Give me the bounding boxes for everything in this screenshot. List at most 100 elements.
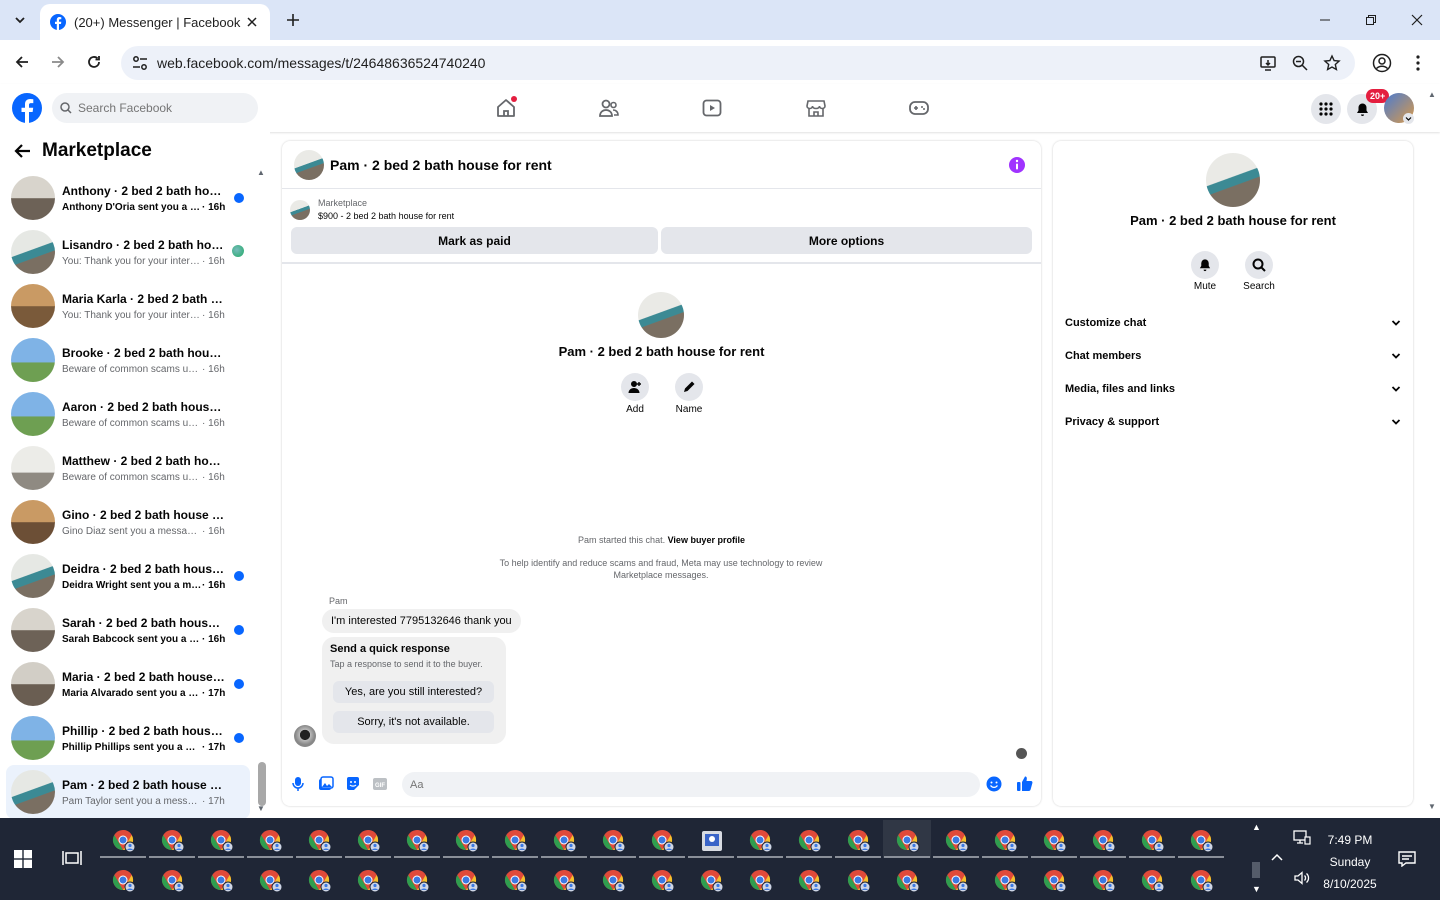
url-text[interactable]: web.facebook.com/messages/t/246486365247… (157, 55, 485, 71)
view-buyer-profile-link[interactable]: View buyer profile (668, 535, 745, 545)
minimize-button[interactable] (1302, 0, 1348, 40)
conversation-item[interactable]: Deidra · 2 bed 2 bath house f... Deidra W… (6, 549, 250, 603)
install-app-icon[interactable] (1259, 54, 1277, 72)
photo-icon[interactable] (318, 776, 334, 792)
mark-as-paid-button[interactable]: Mark as paid (291, 227, 658, 254)
search-conversation-button[interactable] (1245, 251, 1273, 279)
taskbar-scroll[interactable]: ▲ ▼ (1248, 822, 1264, 898)
network-icon[interactable] (1293, 830, 1311, 846)
chrome-profile-icon[interactable] (356, 868, 382, 894)
windows-start-icon[interactable] (14, 850, 32, 868)
quick-response-no-button[interactable]: Sorry, it's not available. (333, 711, 494, 733)
info-section-row[interactable]: Customize chat (1065, 313, 1401, 333)
chrome-profile-icon[interactable] (1042, 828, 1068, 854)
maximize-button[interactable] (1348, 0, 1394, 40)
conversation-item[interactable]: Sarah · 2 bed 2 bath house fo... Sarah Ba… (6, 603, 250, 657)
chrome-profile-icon[interactable] (1042, 868, 1068, 894)
chrome-profile-icon[interactable] (552, 828, 578, 854)
menu-button[interactable] (1311, 94, 1341, 124)
thumbs-up-icon[interactable] (1016, 775, 1033, 792)
conversation-item[interactable]: Pam · 2 bed 2 bath house for rent Pam Tay… (6, 765, 250, 819)
tab-search-button[interactable] (8, 8, 32, 32)
nav-friends[interactable] (595, 96, 623, 120)
account-chevron-icon[interactable] (1403, 113, 1414, 124)
facebook-search-box[interactable] (52, 93, 258, 123)
profile-button[interactable] (1370, 51, 1394, 75)
chrome-profile-icon[interactable] (1189, 828, 1215, 854)
chrome-profile-icon[interactable] (160, 868, 186, 894)
chrome-profile-icon[interactable] (307, 868, 333, 894)
chrome-profile-icon[interactable] (797, 868, 823, 894)
conversation-item[interactable]: Brooke · 2 bed 2 bath house for... Beware… (6, 333, 250, 387)
edit-name-button[interactable] (675, 373, 703, 401)
chrome-profile-icon[interactable] (111, 828, 137, 854)
task-view-icon[interactable] (62, 849, 82, 867)
microphone-icon[interactable] (292, 776, 304, 792)
chrome-profile-icon[interactable] (454, 828, 480, 854)
page-scroll-down-icon[interactable]: ▼ (1428, 802, 1436, 811)
conversation-item[interactable]: Aaron · 2 bed 2 bath house for ... Beware… (6, 387, 250, 441)
chrome-profile-icon[interactable] (552, 868, 578, 894)
back-button[interactable] (10, 50, 34, 74)
chrome-profile-icon[interactable] (993, 868, 1019, 894)
chrome-profile-icon[interactable] (1140, 868, 1166, 894)
info-icon[interactable] (1008, 156, 1026, 174)
chrome-profile-icon[interactable] (405, 828, 431, 854)
chrome-profile-icon[interactable] (160, 828, 186, 854)
chrome-profile-icon[interactable] (356, 828, 382, 854)
chrome-profile-icon[interactable] (1091, 828, 1117, 854)
conversation-item[interactable]: Lisandro · 2 bed 2 bath hous... You: Than… (6, 225, 250, 279)
chrome-profile-icon[interactable] (993, 828, 1019, 854)
chrome-profile-icon[interactable] (944, 828, 970, 854)
app-window-icon[interactable] (699, 828, 725, 854)
reload-button[interactable] (82, 50, 106, 74)
action-center-icon[interactable] (1398, 851, 1416, 867)
taskbar-scroll-thumb[interactable] (1252, 862, 1260, 878)
sticker-icon[interactable] (345, 776, 361, 792)
chrome-profile-icon[interactable] (944, 868, 970, 894)
quick-response-yes-button[interactable]: Yes, are you still interested? (333, 681, 494, 703)
chrome-profile-icon[interactable] (650, 828, 676, 854)
chrome-profile-icon[interactable] (307, 828, 333, 854)
conversation-item[interactable]: Anthony · 2 bed 2 bath house... Anthony D… (6, 171, 250, 225)
facebook-search-input[interactable] (78, 101, 238, 115)
chrome-profile-icon[interactable] (1189, 868, 1215, 894)
chrome-profile-icon[interactable] (699, 868, 725, 894)
info-section-row[interactable]: Media, files and links (1065, 379, 1401, 399)
chrome-profile-icon[interactable] (748, 828, 774, 854)
browser-tab[interactable]: (20+) Messenger | Facebook (40, 4, 270, 40)
new-tab-button[interactable] (281, 8, 305, 32)
bookmark-star-icon[interactable] (1323, 54, 1341, 72)
info-section-row[interactable]: Privacy & support (1065, 412, 1401, 432)
contact-avatar[interactable] (638, 292, 684, 338)
chrome-profile-icon[interactable] (258, 868, 284, 894)
nav-gaming[interactable] (905, 96, 933, 120)
scroll-thumb[interactable] (258, 762, 266, 806)
chrome-profile-icon[interactable] (258, 828, 284, 854)
browser-menu-button[interactable] (1406, 51, 1430, 75)
mute-button[interactable] (1191, 251, 1219, 279)
conversation-item[interactable]: Phillip · 2 bed 2 bath house fo... Philli… (6, 711, 250, 765)
chrome-profile-icon[interactable] (601, 828, 627, 854)
conversation-item[interactable]: Maria Karla · 2 bed 2 bath hous... You: T… (6, 279, 250, 333)
chrome-profile-icon[interactable] (601, 868, 627, 894)
emoji-icon[interactable] (986, 776, 1002, 792)
conversation-item[interactable]: Maria · 2 bed 2 bath house fo... Maria Al… (6, 657, 250, 711)
facebook-logo-icon[interactable] (12, 93, 42, 123)
forward-button[interactable] (46, 50, 70, 74)
chrome-profile-icon[interactable] (209, 828, 235, 854)
close-tab-icon[interactable] (244, 14, 260, 30)
taskbar-scroll-up-icon[interactable]: ▲ (1252, 822, 1261, 832)
info-avatar[interactable] (1206, 153, 1260, 207)
page-scroll-up-icon[interactable]: ▲ (1428, 90, 1436, 99)
add-people-button[interactable] (621, 373, 649, 401)
scroll-down-icon[interactable]: ▼ (257, 804, 265, 813)
scroll-up-icon[interactable]: ▲ (257, 168, 265, 177)
chrome-profile-icon[interactable] (1140, 828, 1166, 854)
chat-title[interactable]: Pam · 2 bed 2 bath house for rent (330, 157, 552, 173)
chrome-profile-icon[interactable] (503, 828, 529, 854)
chrome-profile-icon[interactable] (895, 828, 921, 854)
address-bar[interactable]: web.facebook.com/messages/t/246486365247… (121, 46, 1355, 80)
site-settings-icon[interactable] (131, 54, 149, 72)
chat-avatar[interactable] (294, 149, 324, 180)
